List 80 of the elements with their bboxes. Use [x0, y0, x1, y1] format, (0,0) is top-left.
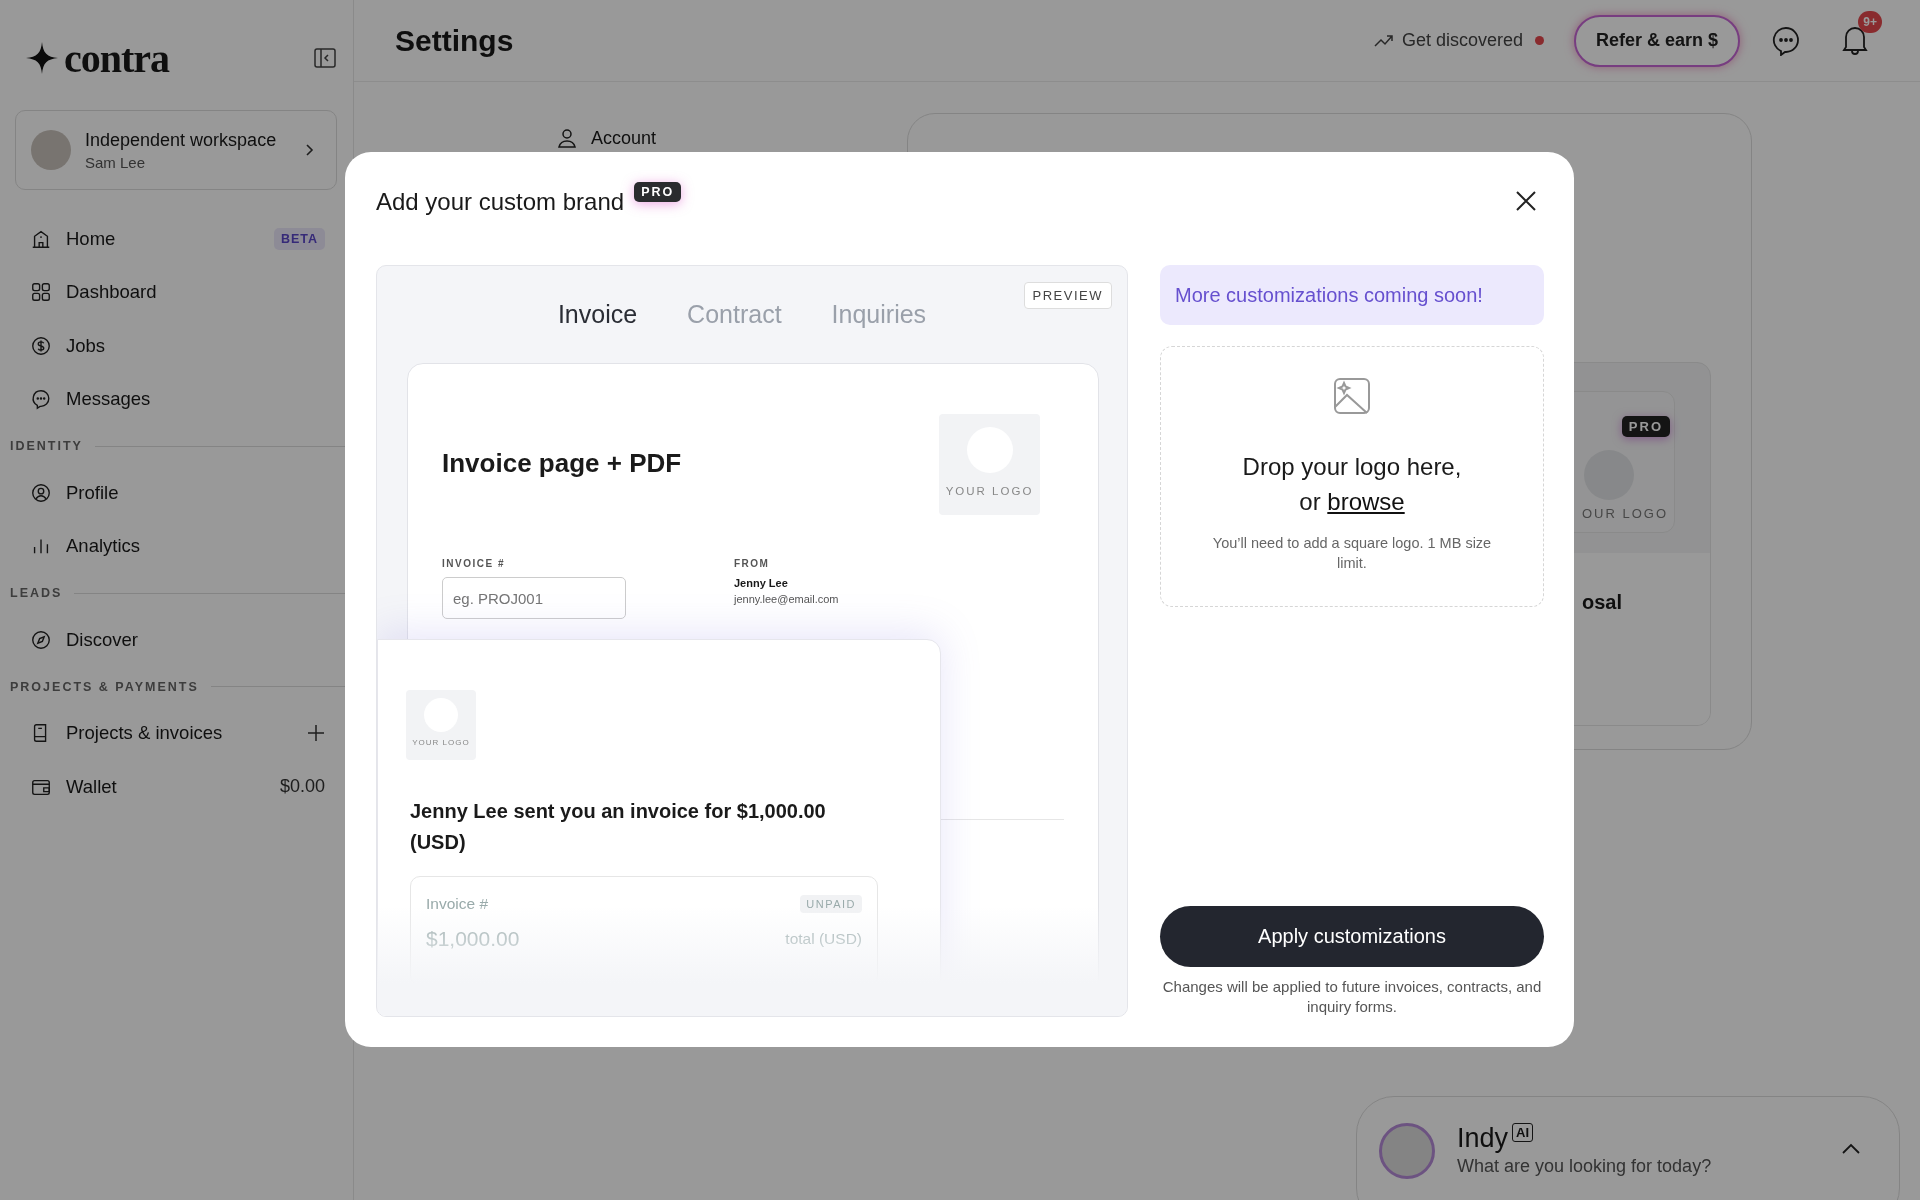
section-heading: PROJECTS & PAYMENTS	[10, 679, 199, 694]
browse-link[interactable]: browse	[1327, 488, 1405, 515]
logo-label: YOUR LOGO	[945, 485, 1034, 497]
nav-item[interactable]: Wallet $0.00	[0, 760, 353, 814]
nav-label: Messages	[66, 388, 152, 411]
avatar	[31, 130, 71, 170]
card-title: osal	[1582, 591, 1623, 613]
page-title: Settings	[395, 23, 514, 58]
settings-nav-item[interactable]: Account	[557, 113, 907, 163]
profile-icon	[30, 481, 52, 504]
nav-item[interactable]: Messages	[0, 372, 353, 426]
star-logo-icon	[26, 42, 58, 74]
dropzone-title: Drop your logo here, or browse	[1242, 452, 1462, 517]
status-badge: UNPAID	[800, 895, 862, 913]
nav-item[interactable]: Home BETA	[0, 212, 353, 266]
grid-icon	[30, 281, 52, 304]
nav-item[interactable]: Dashboard	[0, 265, 353, 319]
preview-badge: PREVIEW	[1023, 282, 1112, 309]
nav-item[interactable]: Analytics	[0, 519, 353, 573]
beta-badge: BETA	[273, 227, 325, 250]
wallet-balance: $0.00	[279, 776, 325, 798]
nav-label: Dashboard	[66, 281, 158, 304]
nav-label: Analytics	[66, 535, 142, 558]
person-icon	[557, 128, 577, 148]
nav-label: Jobs	[66, 334, 107, 357]
notification-count: 9+	[1858, 10, 1882, 33]
brand-logo: contra	[64, 34, 170, 82]
nav-item[interactable]: Projects & invoices	[0, 706, 353, 760]
field-label: INVOICE #	[442, 558, 506, 569]
logo-label: YOUR LOGO	[412, 738, 470, 747]
compass-icon	[30, 628, 52, 651]
nav-label: Profile	[66, 481, 120, 504]
amount-note: total (USD)	[785, 930, 862, 948]
nav-item[interactable]: Jobs	[0, 319, 353, 373]
assistant-avatar	[1379, 1123, 1435, 1179]
section-heading: IDENTITY	[10, 439, 83, 453]
apply-customizations-button[interactable]: Apply customizations	[1160, 906, 1544, 967]
invoice-amount: $1,000.00	[426, 927, 520, 951]
nav-item[interactable]: Profile	[0, 466, 353, 520]
image-icon	[1333, 377, 1371, 415]
invoice-label: Invoice #	[426, 895, 489, 913]
invoice-number-field[interactable]: eg. PROJ001	[442, 577, 626, 619]
apply-note: Changes will be applied to future invoices, contracts, and inquiry forms.	[1161, 977, 1543, 1017]
workspace-name: Independent workspace	[85, 129, 278, 151]
nav-label: Projects & invoices	[66, 722, 224, 745]
logo-label: OUR LOGO	[1581, 506, 1668, 521]
sender-email: jenny.lee@email.com	[734, 593, 840, 605]
workspace-switcher[interactable]: Independent workspace Sam Lee	[15, 110, 337, 190]
chevron-up-icon[interactable]	[1841, 1143, 1861, 1155]
pro-badge: PRO	[1621, 416, 1670, 437]
plus-icon[interactable]	[307, 724, 325, 743]
invoice-message: Jenny Lee sent you an invoice for $1,000.00 (USD)	[410, 799, 827, 855]
trend-up-icon	[1373, 33, 1394, 48]
tab[interactable]: Invoice	[557, 300, 638, 352]
dollar-icon	[30, 334, 52, 357]
chevron-right-icon	[304, 143, 314, 157]
close-icon[interactable]	[1515, 190, 1537, 212]
pro-badge: PRO	[634, 182, 682, 202]
get-discovered-link[interactable]: Get discovered	[1373, 30, 1523, 51]
workspace-user: Sam Lee	[85, 153, 147, 171]
info-text: More customizations coming soon!	[1175, 283, 1483, 307]
chat-bubble-icon[interactable]	[1772, 25, 1800, 56]
logo-dropzone[interactable]: Drop your logo here, or browse You’ll need to add a square logo. 1 MB size limit.	[1160, 346, 1544, 607]
invoice-title: Invoice page + PDF	[442, 448, 682, 480]
assistant-prompt: What are you looking for today?	[1457, 1156, 1713, 1177]
dropzone-hint: You’ll need to add a square logo. 1 MB size limit.	[1211, 534, 1493, 573]
nav-label: Home	[66, 227, 117, 250]
assistant-name: Indy	[1457, 1123, 1509, 1154]
field-label: FROM	[734, 558, 771, 569]
nav-item[interactable]: Discover	[0, 613, 353, 667]
nav-label: Discover	[66, 628, 139, 651]
collapse-sidebar-icon[interactable]	[313, 46, 337, 70]
section-heading: LEADS	[10, 586, 63, 600]
chat-bubble-icon	[30, 388, 52, 411]
refer-and-earn-button[interactable]: Refer & earn $	[1573, 14, 1740, 67]
ai-badge: AI	[1512, 1123, 1534, 1142]
nav-label: Wallet	[66, 775, 118, 798]
assistant-widget[interactable]: Indy AI What are you looking for today?	[1356, 1096, 1900, 1200]
modal-title: Add your custom brand	[376, 188, 625, 216]
sender-name: Jenny Lee	[734, 577, 789, 589]
